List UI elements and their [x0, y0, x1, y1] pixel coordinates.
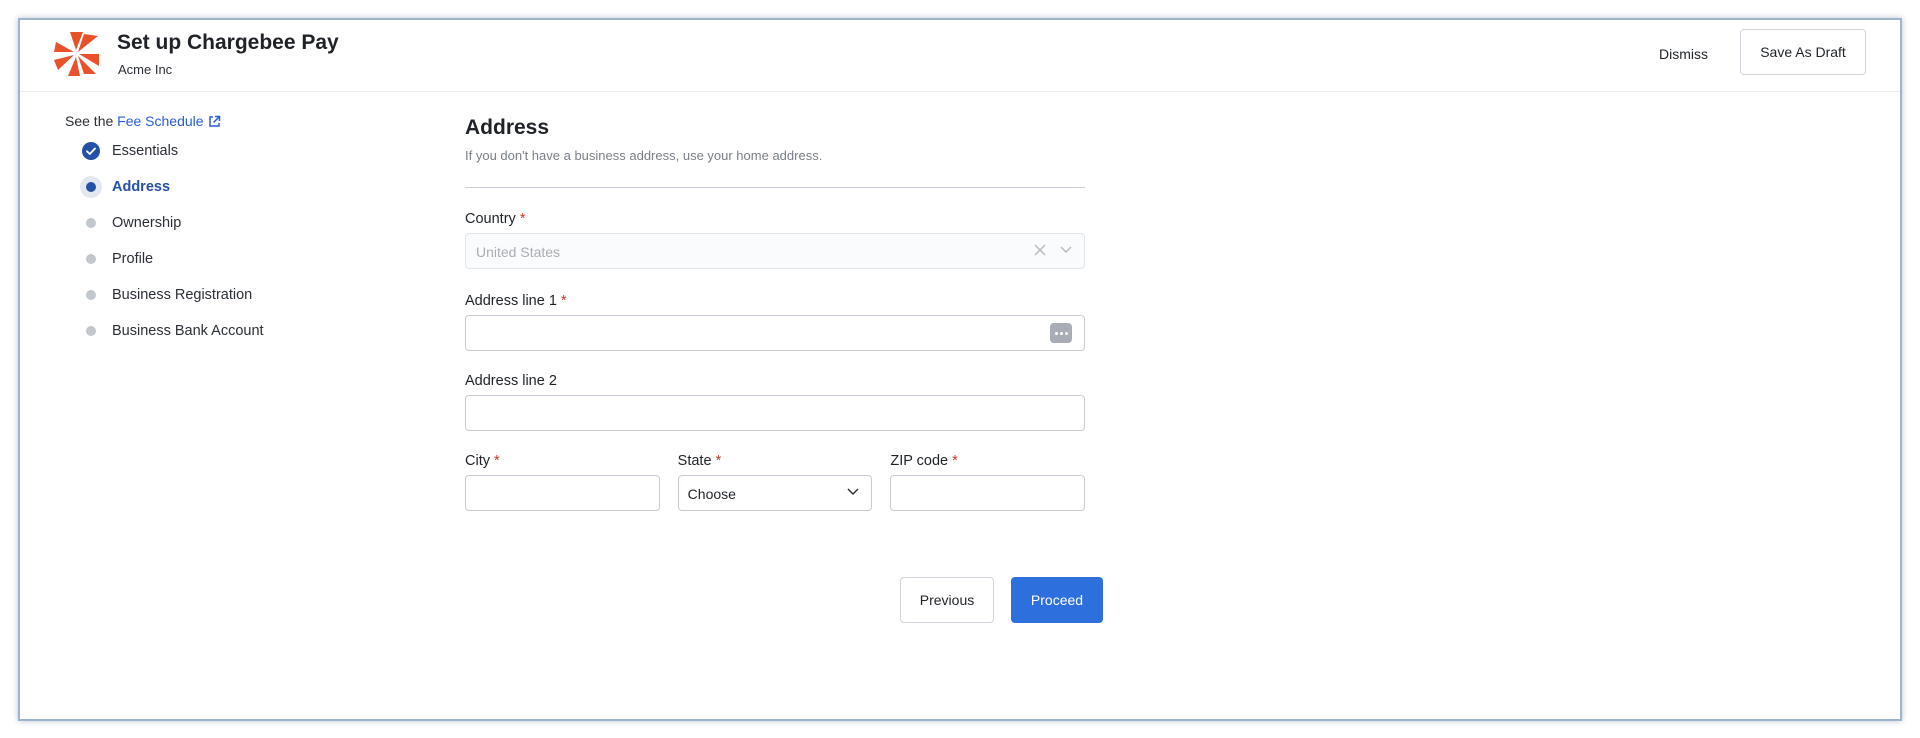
city-state-zip-row: City * State * Choose ZIP code * [465, 453, 1086, 511]
address-line-2-input[interactable] [465, 395, 1085, 431]
required-mark: * [494, 453, 500, 469]
step-profile[interactable]: Profile [82, 241, 264, 277]
required-mark: * [952, 453, 958, 469]
step-essentials[interactable]: Essentials [82, 133, 264, 169]
country-value: United States [476, 244, 561, 260]
pending-step-dot-icon [86, 290, 96, 300]
dismiss-button[interactable]: Dismiss [1647, 39, 1720, 69]
clear-icon[interactable] [1034, 244, 1046, 256]
step-label: Business Bank Account [112, 323, 264, 339]
address2-label: Address line 2 [465, 373, 557, 389]
form-actions: Previous Proceed [900, 577, 1103, 623]
address2-field-group: Address line 2 [465, 373, 1085, 431]
external-link-icon [208, 115, 220, 127]
chevron-down-icon [1060, 246, 1072, 253]
section-divider [465, 187, 1085, 188]
fee-schedule-link-label: Fee Schedule [117, 113, 204, 129]
step-business-registration[interactable]: Business Registration [82, 277, 264, 313]
country-field-group: Country * United States [465, 211, 1085, 269]
zip-code-input[interactable] [890, 475, 1086, 511]
check-circle-icon [82, 142, 100, 160]
state-select[interactable]: Choose [677, 475, 873, 511]
step-list: Essentials Address Ownership Profile Bus… [80, 133, 264, 349]
section-subtitle: If you don't have a business address, us… [465, 148, 823, 163]
zip-field-group: ZIP code * [890, 453, 1086, 511]
address-line-1-input[interactable] [465, 315, 1085, 351]
save-as-draft-button[interactable]: Save As Draft [1740, 29, 1866, 75]
step-ownership[interactable]: Ownership [82, 205, 264, 241]
fee-prefix-text: See the [65, 113, 114, 129]
zip-label: ZIP code * [890, 453, 958, 469]
chargebee-logo-icon [54, 32, 99, 76]
state-label: State * [677, 453, 722, 469]
active-step-indicator-icon [80, 176, 102, 198]
top-header: Set up Chargebee Pay Acme Inc Dismiss Sa… [20, 20, 1900, 92]
country-select[interactable]: United States [465, 233, 1085, 269]
required-mark: * [519, 211, 526, 227]
pending-step-dot-icon [86, 326, 96, 336]
app-window: Set up Chargebee Pay Acme Inc Dismiss Sa… [18, 18, 1902, 721]
proceed-button[interactable]: Proceed [1011, 577, 1103, 623]
state-field-group: State * Choose [677, 453, 873, 511]
step-label: Ownership [112, 215, 182, 231]
chevron-down-icon [847, 488, 859, 495]
organization-name: Acme Inc [118, 62, 173, 77]
step-business-bank-account[interactable]: Business Bank Account [82, 313, 264, 349]
step-label: Address [112, 179, 171, 195]
pending-step-dot-icon [86, 254, 96, 264]
page-title: Set up Chargebee Pay [117, 31, 339, 54]
step-label: Profile [112, 251, 154, 267]
address1-field-group: Address line 1 * [465, 293, 1085, 351]
city-input[interactable] [465, 475, 660, 511]
previous-button[interactable]: Previous [900, 577, 994, 623]
state-value: Choose [687, 486, 736, 502]
country-label: Country * [465, 211, 526, 227]
address-form: Address If you don't have a business add… [465, 116, 1086, 511]
fee-schedule-line: See the Fee Schedule [65, 113, 221, 129]
step-address[interactable]: Address [80, 169, 264, 205]
required-mark: * [715, 453, 722, 469]
city-field-group: City * [465, 453, 660, 511]
step-label: Business Registration [112, 287, 253, 303]
pending-step-dot-icon [86, 218, 96, 228]
step-label: Essentials [112, 143, 179, 159]
required-mark: * [560, 293, 567, 309]
section-title: Address [465, 116, 550, 139]
address1-label: Address line 1 * [465, 293, 567, 309]
fee-schedule-link[interactable]: Fee Schedule [117, 113, 220, 129]
autofill-more-icon[interactable] [1050, 323, 1072, 343]
city-label: City * [465, 453, 500, 469]
